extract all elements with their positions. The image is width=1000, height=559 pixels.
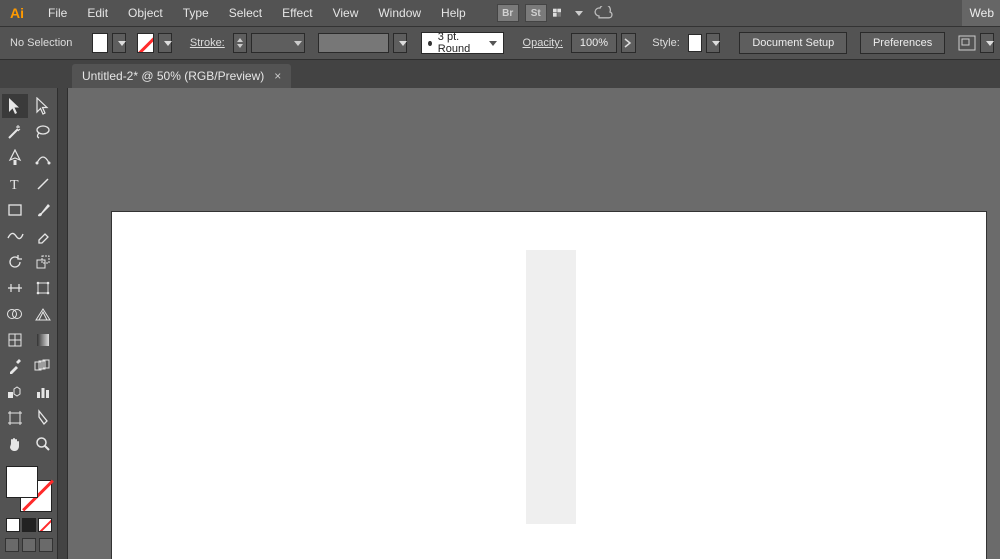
width-tool[interactable]	[2, 276, 28, 300]
close-tab-button[interactable]: ×	[274, 69, 281, 83]
svg-text:T: T	[10, 178, 19, 192]
column-graph-tool[interactable]	[30, 380, 56, 404]
chevron-down-icon	[294, 41, 302, 46]
drawn-rectangle-object[interactable]	[526, 250, 576, 524]
color-mode-swatches	[0, 518, 57, 532]
chevron-down-icon	[164, 41, 172, 46]
menu-window[interactable]: Window	[368, 0, 431, 26]
curvature-tool[interactable]	[30, 146, 56, 170]
shape-builder-tool[interactable]	[2, 302, 28, 326]
menu-help[interactable]: Help	[431, 0, 476, 26]
variable-width-profile[interactable]	[318, 33, 389, 53]
sync-settings-icon[interactable]	[592, 4, 614, 22]
stroke-panel-link[interactable]: Stroke:	[186, 37, 229, 49]
opacity-value: 100%	[572, 37, 616, 49]
free-transform-tool[interactable]	[30, 276, 56, 300]
fill-dropdown[interactable]	[112, 33, 126, 53]
fill-stroke-indicator[interactable]	[6, 466, 52, 512]
draw-behind-button[interactable]	[22, 538, 36, 552]
align-to-dropdown[interactable]	[980, 33, 994, 53]
chevron-down-icon	[986, 41, 994, 46]
main-area: T	[0, 88, 1000, 559]
menu-edit[interactable]: Edit	[77, 0, 118, 26]
screen-mode-row	[0, 538, 57, 552]
draw-normal-button[interactable]	[5, 538, 19, 552]
graphic-style-dropdown[interactable]	[706, 33, 720, 53]
slice-tool[interactable]	[30, 406, 56, 430]
line-segment-tool[interactable]	[30, 172, 56, 196]
menu-bar: Ai File Edit Object Type Select Effect V…	[0, 0, 1000, 26]
direct-selection-tool[interactable]	[30, 94, 56, 118]
artboard-tool[interactable]	[2, 406, 28, 430]
tools-panel: T	[0, 88, 58, 559]
opacity-flyout-button[interactable]	[621, 33, 636, 53]
preferences-button[interactable]: Preferences	[860, 32, 945, 54]
fill-color-icon[interactable]	[6, 466, 38, 498]
shaper-tool[interactable]	[2, 224, 28, 248]
canvas-area[interactable]	[68, 88, 1000, 559]
collapsed-panel-strip[interactable]	[58, 88, 68, 559]
eyedropper-tool[interactable]	[2, 354, 28, 378]
stroke-weight-stepper[interactable]	[233, 33, 248, 53]
control-bar: No Selection Stroke: 3 pt. Round Opacity…	[0, 26, 1000, 60]
bridge-button[interactable]: Br	[497, 4, 519, 22]
draw-inside-button[interactable]	[39, 538, 53, 552]
document-tab-title: Untitled-2* @ 50% (RGB/Preview)	[82, 69, 264, 83]
lasso-tool[interactable]	[30, 120, 56, 144]
gradient-tool[interactable]	[30, 328, 56, 352]
magic-wand-tool[interactable]	[2, 120, 28, 144]
menu-select[interactable]: Select	[219, 0, 272, 26]
menu-object[interactable]: Object	[118, 0, 173, 26]
symbol-sprayer-tool[interactable]	[2, 380, 28, 404]
scale-tool[interactable]	[30, 250, 56, 274]
align-to-icon[interactable]	[958, 33, 976, 53]
menu-view[interactable]: View	[323, 0, 369, 26]
rotate-tool[interactable]	[2, 250, 28, 274]
selection-tool[interactable]	[2, 94, 28, 118]
brush-definition-dropdown[interactable]: 3 pt. Round	[421, 32, 504, 54]
stock-button[interactable]: St	[525, 4, 547, 22]
document-tab[interactable]: Untitled-2* @ 50% (RGB/Preview) ×	[72, 64, 291, 88]
zoom-tool[interactable]	[30, 432, 56, 456]
eraser-tool[interactable]	[30, 224, 56, 248]
graphic-style-swatch[interactable]	[688, 34, 703, 52]
workspace-label[interactable]: Web	[962, 0, 1000, 26]
style-label: Style:	[648, 37, 684, 49]
chevron-down-icon	[399, 41, 407, 46]
pen-tool[interactable]	[2, 146, 28, 170]
chevron-down-icon	[575, 11, 583, 16]
workspace-switcher[interactable]	[553, 4, 583, 22]
opacity-value-field[interactable]: 100%	[571, 33, 617, 53]
rectangle-tool[interactable]	[2, 198, 28, 222]
stroke-color-dropdown[interactable]	[158, 33, 172, 53]
chevron-down-icon	[712, 41, 720, 46]
stroke-weight-dropdown[interactable]	[251, 33, 305, 53]
menu-file[interactable]: File	[38, 0, 77, 26]
document-setup-button[interactable]: Document Setup	[739, 32, 847, 54]
fill-swatch[interactable]	[92, 33, 108, 53]
blend-tool[interactable]	[30, 354, 56, 378]
document-tab-bar: Untitled-2* @ 50% (RGB/Preview) ×	[0, 60, 1000, 88]
chevron-down-icon	[118, 41, 126, 46]
color-mode-gradient[interactable]	[22, 518, 36, 532]
type-tool[interactable]: T	[2, 172, 28, 196]
opacity-panel-link[interactable]: Opacity:	[519, 37, 567, 49]
chevron-down-icon	[489, 41, 497, 46]
color-mode-solid[interactable]	[6, 518, 20, 532]
variable-width-dropdown[interactable]	[393, 33, 407, 53]
brush-name: 3 pt. Round	[438, 31, 477, 55]
brush-preview-icon	[428, 41, 431, 46]
mesh-tool[interactable]	[2, 328, 28, 352]
perspective-grid-tool[interactable]	[30, 302, 56, 326]
app-logo: Ai	[6, 3, 28, 23]
selection-status: No Selection	[6, 37, 76, 49]
hand-tool[interactable]	[2, 432, 28, 456]
stroke-swatch[interactable]	[137, 33, 153, 53]
menu-type[interactable]: Type	[173, 0, 219, 26]
menu-effect[interactable]: Effect	[272, 0, 322, 26]
paintbrush-tool[interactable]	[30, 198, 56, 222]
color-mode-none[interactable]	[38, 518, 52, 532]
